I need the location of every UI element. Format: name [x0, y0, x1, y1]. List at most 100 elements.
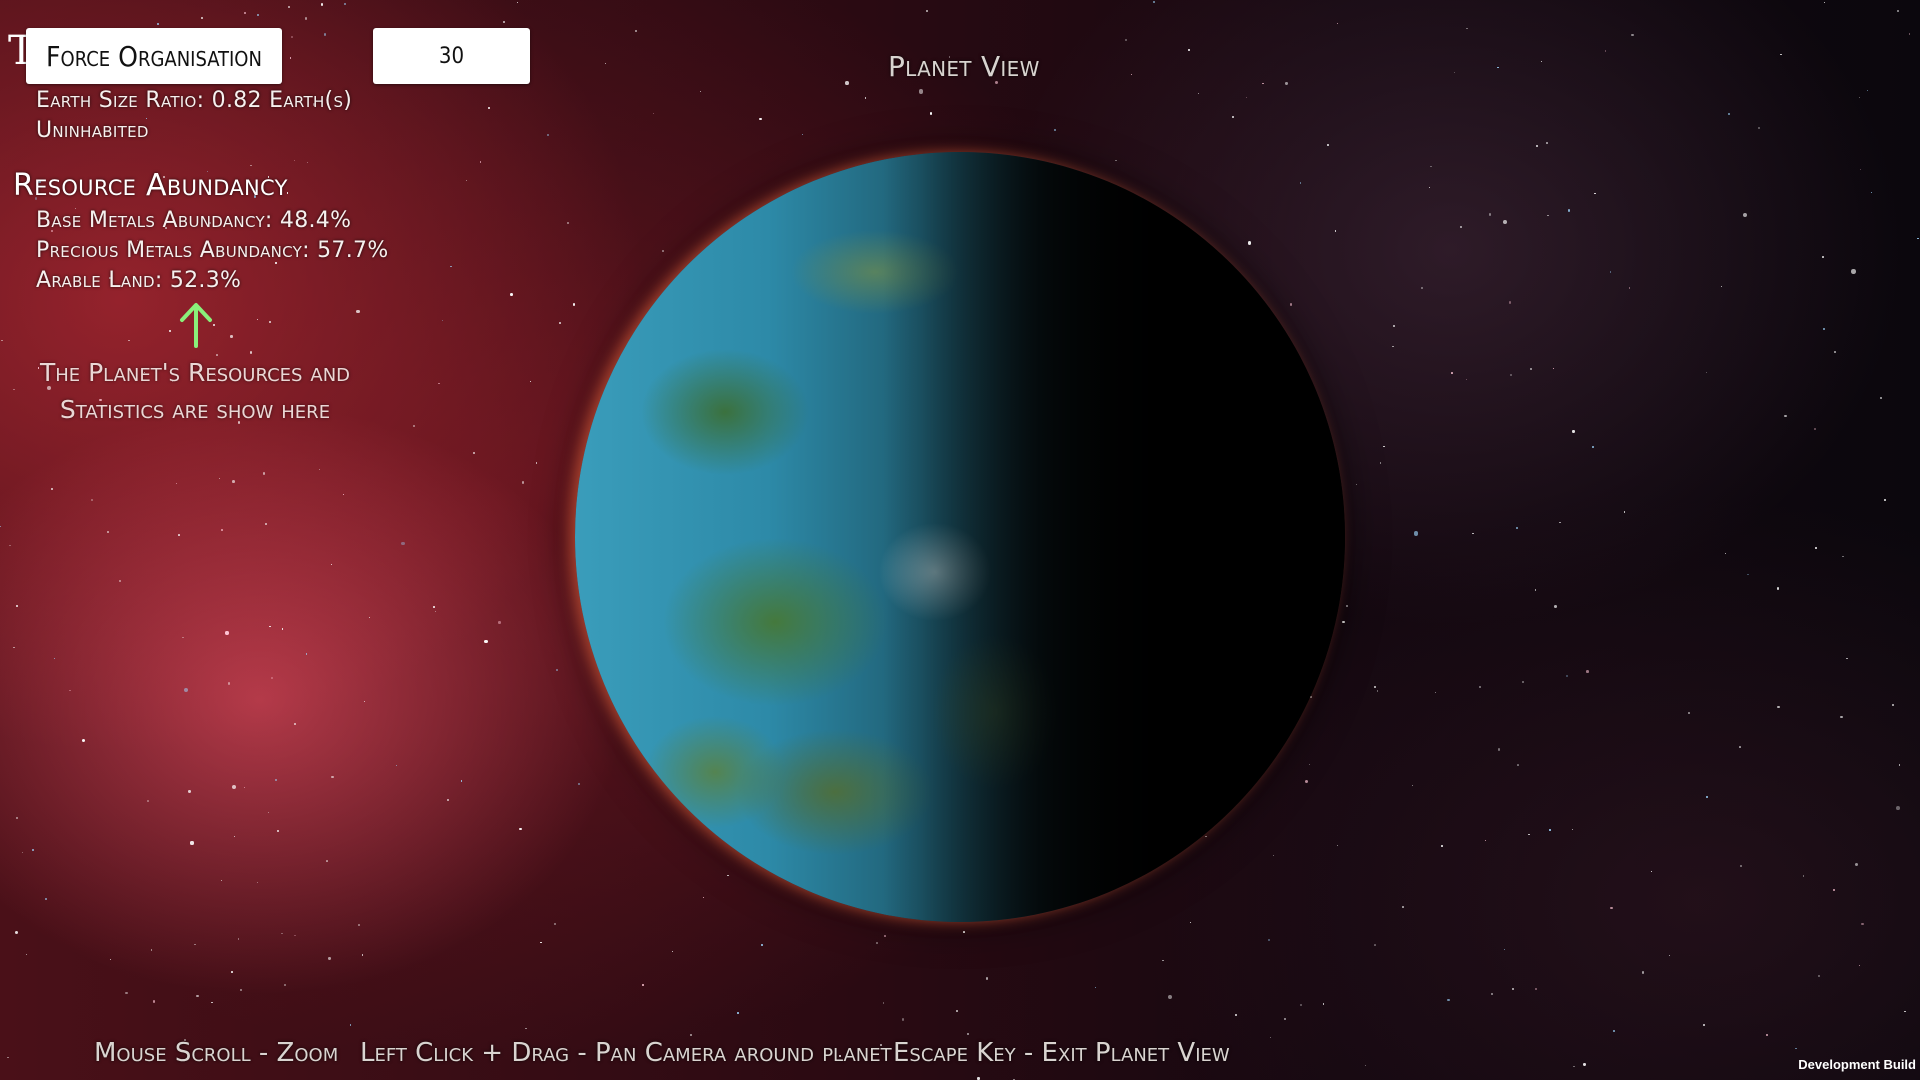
star: [450, 266, 452, 268]
star: [1871, 191, 1873, 193]
star: [516, 1, 519, 3]
star: [503, 20, 506, 23]
star: [487, 107, 490, 110]
star: [1586, 669, 1589, 673]
star: [955, 1010, 958, 1013]
star: [1472, 532, 1475, 535]
star: [1262, 82, 1264, 85]
star: [125, 991, 128, 995]
star: [1497, 66, 1499, 68]
star: [438, 382, 440, 384]
development-build-label: Development Build: [1798, 1057, 1916, 1072]
star: [269, 625, 271, 628]
star: [401, 541, 405, 546]
star: [1591, 446, 1594, 449]
star: [484, 640, 488, 644]
star: [293, 722, 296, 725]
star: [244, 786, 246, 788]
star: [1728, 113, 1730, 115]
star: [1336, 844, 1339, 847]
star: [1322, 1003, 1325, 1005]
star: [9, 544, 11, 546]
star: [876, 942, 878, 944]
star: [447, 799, 450, 802]
star: [1451, 372, 1453, 374]
star: [358, 924, 361, 926]
star: [1374, 685, 1377, 688]
star: [227, 682, 230, 685]
star: [1688, 712, 1690, 714]
star: [395, 765, 397, 767]
star: [324, 33, 327, 36]
star: [1559, 521, 1562, 524]
star: [1162, 959, 1164, 962]
star: [1823, 1, 1826, 4]
star: [1364, 1065, 1366, 1067]
star: [703, 896, 705, 898]
star: [1337, 23, 1339, 25]
star: [211, 1001, 214, 1004]
star: [1534, 987, 1537, 990]
star: [1858, 964, 1861, 967]
star: [1817, 975, 1820, 978]
star: [1411, 785, 1413, 787]
star: [271, 676, 274, 680]
star: [925, 10, 929, 13]
star: [1334, 230, 1337, 232]
star: [1629, 287, 1631, 289]
star: [264, 523, 267, 525]
star: [25, 953, 28, 955]
star: [287, 6, 290, 9]
star: [1795, 1047, 1797, 1049]
star: [1747, 573, 1749, 576]
star: [349, 1024, 352, 1026]
star: [294, 934, 296, 937]
star: [1528, 834, 1530, 836]
resource-abundancy-heading: Resource Abundancy: [13, 168, 288, 203]
star: [1488, 213, 1491, 216]
star: [1152, 1, 1155, 4]
star: [929, 112, 933, 115]
star: [1187, 49, 1190, 52]
star: [1235, 1014, 1238, 1017]
star: [509, 292, 513, 296]
star: [1484, 839, 1487, 842]
star: [1740, 864, 1742, 867]
planet-globe[interactable]: [575, 152, 1345, 922]
star: [554, 922, 557, 925]
star: [1546, 142, 1548, 145]
star: [1503, 948, 1505, 950]
star: [318, 468, 321, 470]
star: [169, 329, 172, 332]
star: [1742, 213, 1747, 218]
star: [1833, 350, 1836, 353]
star: [363, 700, 365, 702]
star: [230, 970, 233, 973]
star: [540, 941, 542, 943]
star: [1490, 993, 1494, 996]
star: [1896, 805, 1901, 810]
star: [1553, 368, 1555, 369]
star: [1535, 589, 1537, 591]
force-organisation-button[interactable]: Force Organisation: [26, 28, 282, 84]
star: [283, 983, 286, 986]
star: [281, 627, 284, 630]
star: [1289, 303, 1293, 306]
force-value-field[interactable]: 30: [373, 28, 530, 84]
precious-metals-abundancy: Precious Metals Abundancy: 57.7%: [36, 238, 389, 263]
star: [1571, 828, 1574, 830]
planet-view-title: Planet View: [888, 50, 1040, 83]
star: [1879, 396, 1882, 399]
planet-view-scene[interactable]: T Force Organisation 30 Planet View Eart…: [0, 0, 1920, 1080]
star: [699, 91, 701, 93]
arable-land: Arable Land: 52.3%: [36, 268, 242, 293]
population-status: Uninhabited: [36, 118, 149, 143]
star: [305, 652, 308, 655]
star: [1642, 971, 1645, 974]
star: [1548, 828, 1551, 831]
star: [1780, 54, 1782, 56]
star: [1897, 9, 1900, 12]
star: [177, 534, 180, 537]
control-hint-exit: Escape Key - Exit Planet View: [893, 1038, 1230, 1068]
star: [231, 784, 236, 789]
